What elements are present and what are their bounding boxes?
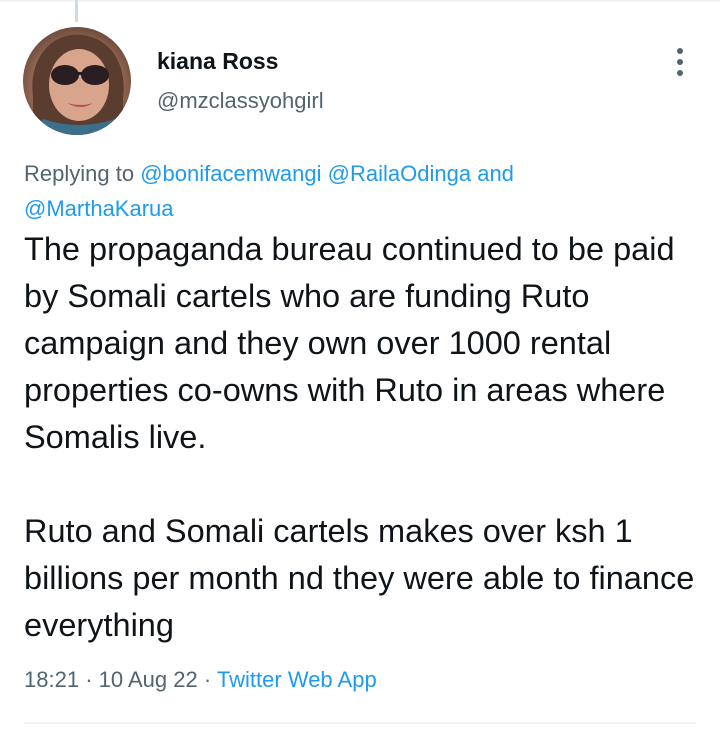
meta-separator: · xyxy=(203,667,212,692)
replying-to-label: Replying to xyxy=(24,161,135,186)
profile-photo-icon xyxy=(32,34,124,135)
thread-connector-line xyxy=(75,0,78,22)
more-vertical-icon xyxy=(677,48,683,54)
author-handle[interactable]: @mzclassyohgirl xyxy=(157,88,324,114)
more-options-button[interactable] xyxy=(664,44,696,80)
tweet-time[interactable]: 18:21 xyxy=(24,667,79,692)
avatar[interactable] xyxy=(23,27,131,135)
mention-link[interactable]: @RailaOdinga xyxy=(328,161,471,186)
tweet-paragraph: The propaganda bureau continued to be pa… xyxy=(24,231,675,455)
more-vertical-icon-dot xyxy=(677,70,683,76)
tweet-source-link[interactable]: Twitter Web App xyxy=(217,667,377,692)
divider xyxy=(24,722,696,724)
author-name[interactable]: kiana Ross xyxy=(157,48,278,75)
tweet-text: The propaganda bureau continued to be pa… xyxy=(24,226,714,649)
meta-separator: · xyxy=(85,667,93,692)
tweet-paragraph: Ruto and Somali cartels makes over ksh 1… xyxy=(24,513,695,643)
more-vertical-icon-dot xyxy=(677,59,683,65)
replying-to-context: Replying to @bonifacemwangi @RailaOdinga… xyxy=(24,156,704,226)
mention-link[interactable]: @MarthaKarua xyxy=(24,196,174,221)
reply-and-others-link[interactable]: and xyxy=(477,161,514,186)
top-border xyxy=(0,0,720,2)
tweet-metadata: 18:21 · 10 Aug 22 · Twitter Web App xyxy=(24,667,377,693)
mention-link[interactable]: @bonifacemwangi xyxy=(140,161,321,186)
tweet-date[interactable]: 10 Aug 22 xyxy=(99,667,198,692)
